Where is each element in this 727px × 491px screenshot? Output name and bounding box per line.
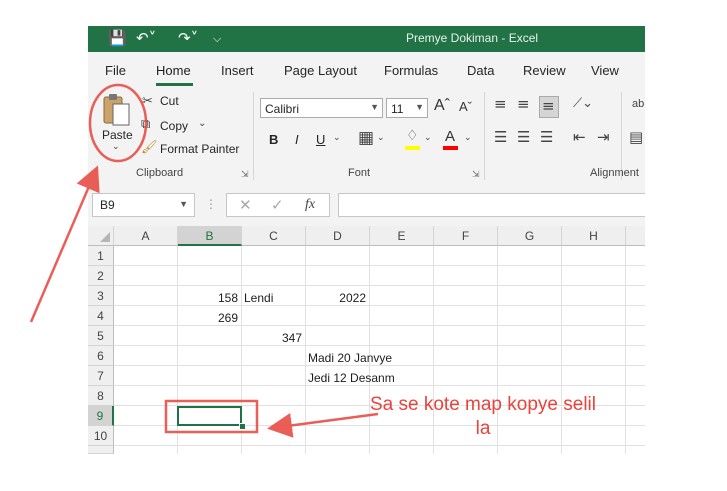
paste-arrow (29, 165, 100, 323)
paste-highlight-circle (88, 83, 148, 163)
target-cell-highlight (164, 399, 259, 434)
annotation-callout: Sa se kote map kopye selil la (369, 394, 596, 439)
